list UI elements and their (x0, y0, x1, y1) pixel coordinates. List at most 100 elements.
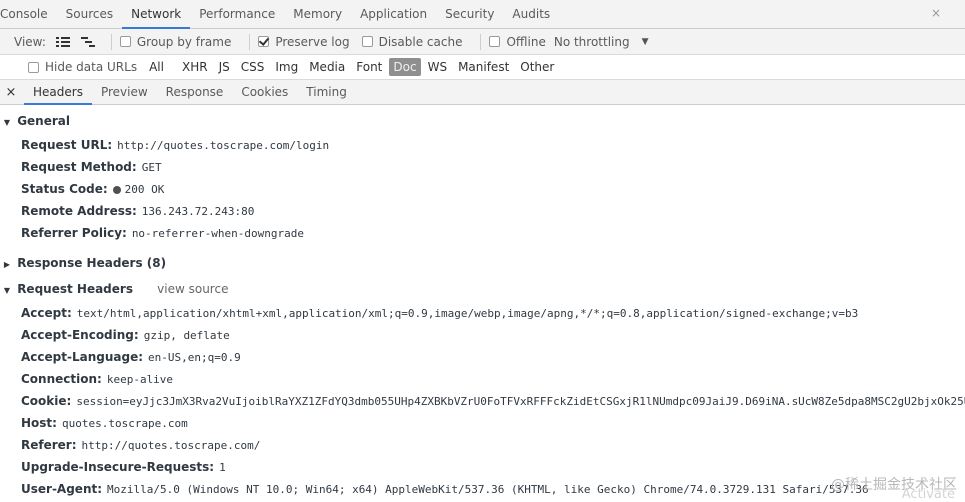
header-name: Upgrade-Insecure-Requests: (21, 460, 215, 474)
header-name: User-Agent: (21, 482, 103, 496)
tab-response[interactable]: Response (157, 80, 233, 105)
tab-sources[interactable]: Sources (57, 0, 122, 29)
request-detail-tabs: × Headers Preview Response Cookies Timin… (0, 80, 965, 105)
header-name: Remote Address: (21, 204, 137, 218)
header-name: Status Code: (21, 182, 108, 196)
preserve-log-checkbox[interactable]: Preserve log (258, 35, 350, 49)
view-label: View: (14, 34, 46, 49)
header-row: Accept-Language: en-US,en;q=0.9 (21, 346, 241, 368)
request-headers-title: Request Headers (17, 282, 133, 296)
tab-console[interactable]: Console (0, 0, 57, 29)
header-name: Accept: (21, 306, 72, 320)
overview-waterfall-icon[interactable] (80, 35, 96, 49)
tab-application[interactable]: Application (351, 0, 436, 29)
header-row: Host: quotes.toscrape.com (21, 412, 188, 434)
expanded-triangle-icon: ▼ (3, 286, 11, 295)
toolbar-divider (249, 33, 251, 50)
header-name: Referer: (21, 438, 77, 452)
filter-type-font[interactable]: Font (352, 58, 386, 76)
header-value: 136.243.72.243:80 (141, 205, 255, 218)
network-toolbar: View: Group by frame Preserve log Disabl… (0, 29, 965, 55)
collapsed-triangle-icon: ▶ (3, 260, 11, 269)
header-value: session=eyJjc3JmX3Rva2VuIjoiblRaYXZ1ZFdY… (76, 395, 965, 408)
header-name: Connection: (21, 372, 102, 386)
toolbar-divider (480, 33, 482, 50)
header-row: Cookie: session=eyJjc3JmX3Rva2VuIjoiblRaY… (21, 390, 965, 412)
header-row: Accept-Encoding: gzip, deflate (21, 324, 230, 346)
tab-headers[interactable]: Headers (24, 80, 92, 105)
header-row: Accept: text/html,application/xhtml+xml,a… (21, 302, 858, 324)
header-row: User-Agent: Mozilla/5.0 (Windows NT 10.0;… (21, 478, 869, 498)
filter-type-all[interactable]: All (145, 58, 168, 76)
header-value: 1 (219, 461, 226, 474)
hide-data-urls-checkbox[interactable]: Hide data URLs (28, 60, 137, 74)
tab-memory[interactable]: Memory (284, 0, 351, 29)
header-row: Upgrade-Insecure-Requests: 1 (21, 456, 226, 478)
headers-panel: ▼ General Request URL: http://quotes.tosc… (0, 106, 965, 498)
header-value: text/html,application/xhtml+xml,applicat… (76, 307, 859, 320)
header-value: quotes.toscrape.com (61, 417, 188, 430)
filter-type-manifest[interactable]: Manifest (454, 58, 513, 76)
checkbox-box[interactable] (119, 36, 131, 47)
general-title: General (17, 114, 70, 128)
group-by-frame-label: Group by frame (136, 34, 232, 49)
close-devtools-icon[interactable]: × (929, 6, 943, 20)
tab-audits[interactable]: Audits (503, 0, 559, 29)
filter-type-xhr[interactable]: XHR (178, 58, 212, 76)
header-name: Referrer Policy: (21, 226, 127, 240)
filter-type-doc[interactable]: Doc (389, 58, 421, 76)
header-row: Request URL: http://quotes.toscrape.com/l… (21, 134, 329, 156)
header-name: Accept-Encoding: (21, 328, 139, 342)
header-row: Remote Address: 136.243.72.243:80 (21, 200, 254, 222)
throttling-value: No throttling (553, 34, 630, 49)
header-value: Mozilla/5.0 (Windows NT 10.0; Win64; x64… (107, 483, 869, 496)
general-section-header[interactable]: ▼ General (0, 110, 965, 132)
offline-label: Offline (506, 34, 546, 49)
toolbar-divider (110, 33, 112, 50)
disable-cache-checkbox[interactable]: Disable cache (361, 35, 462, 49)
checkbox-box[interactable] (489, 36, 501, 47)
tab-network[interactable]: Network (122, 0, 191, 29)
filter-type-other[interactable]: Other (516, 58, 558, 76)
header-row: Request Method: GET (21, 156, 162, 178)
checkbox-box[interactable] (361, 36, 373, 47)
filter-type-js[interactable]: JS (215, 58, 234, 76)
header-name: Cookie: (21, 394, 72, 408)
large-request-rows-icon[interactable] (55, 35, 71, 49)
tab-performance[interactable]: Performance (190, 0, 284, 29)
status-dot-icon (112, 186, 121, 194)
header-value: http://quotes.toscrape.com/ (81, 439, 261, 452)
throttling-select[interactable]: No throttling ▼ (554, 35, 649, 49)
header-row: Connection: keep-alive (21, 368, 173, 390)
checkbox-box[interactable] (28, 61, 39, 73)
tab-cookies[interactable]: Cookies (232, 80, 297, 105)
filter-type-media[interactable]: Media (305, 58, 349, 76)
response-headers-title: Response Headers (8) (17, 256, 167, 270)
filter-bar: Hide data URLs All XHR JS CSS Img Media … (0, 55, 965, 80)
filter-type-ws[interactable]: WS (424, 58, 451, 76)
view-source-link[interactable]: view source (157, 282, 228, 296)
header-name: Request URL: (21, 138, 113, 152)
header-value: keep-alive (106, 373, 174, 386)
hide-data-urls-label: Hide data URLs (45, 60, 138, 74)
checkbox-box-checked[interactable] (258, 36, 270, 47)
filter-type-img[interactable]: Img (271, 58, 302, 76)
header-row: Status Code: 200 OK (21, 178, 164, 200)
group-by-frame-checkbox[interactable]: Group by frame (119, 34, 232, 49)
header-value: gzip, deflate (143, 329, 230, 342)
tab-preview[interactable]: Preview (92, 80, 157, 105)
response-headers-section-header[interactable]: ▶ Response Headers (8) (0, 252, 965, 274)
header-name: Accept-Language: (21, 350, 144, 364)
activate-watermark: Activate (901, 487, 955, 502)
header-value: en-US,en;q=0.9 (148, 351, 241, 364)
request-headers-section-header[interactable]: ▼ Request Headers view source (0, 278, 965, 300)
filter-type-css[interactable]: CSS (237, 58, 269, 76)
header-value: no-referrer-when-downgrade (131, 227, 304, 240)
tab-timing[interactable]: Timing (297, 80, 356, 105)
devtools-main-tabs: Console Sources Network Performance Memo… (0, 0, 965, 29)
expanded-triangle-icon: ▼ (3, 118, 11, 127)
header-row: Referrer Policy: no-referrer-when-downgra… (21, 222, 304, 244)
close-detail-icon[interactable]: × (4, 85, 18, 100)
offline-checkbox[interactable]: Offline (489, 34, 546, 49)
tab-security[interactable]: Security (436, 0, 503, 29)
